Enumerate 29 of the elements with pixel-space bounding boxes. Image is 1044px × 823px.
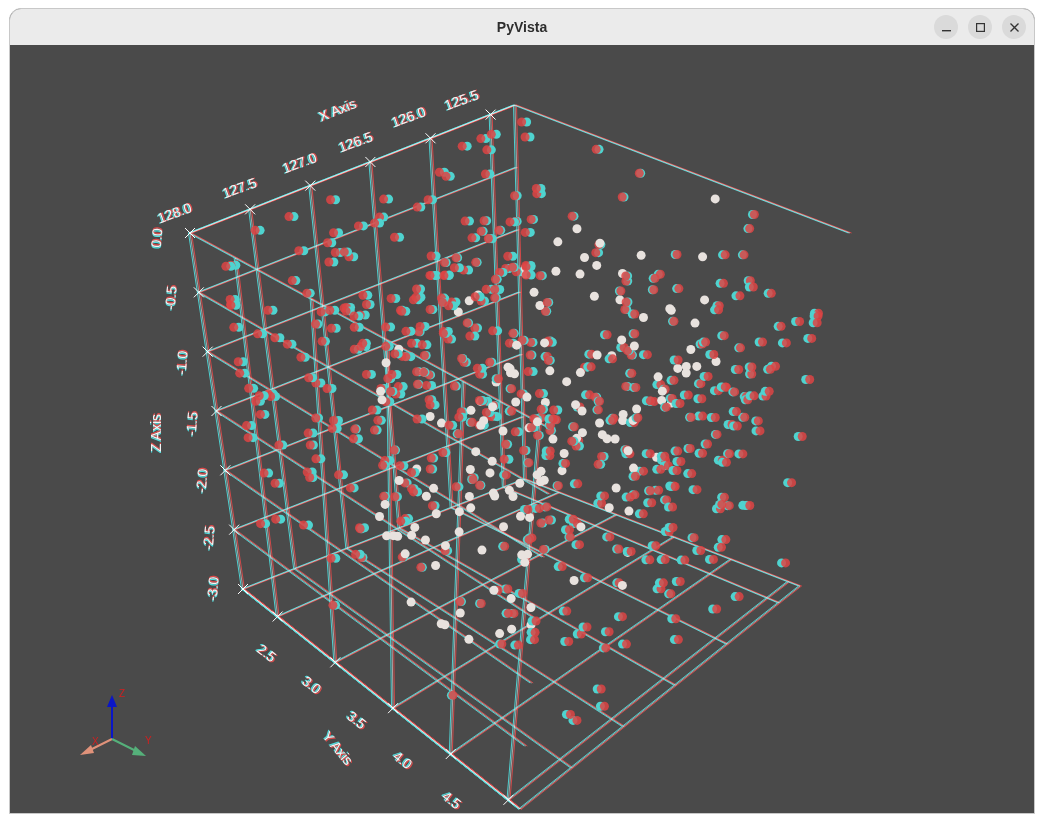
x-tick-label: 125.5 <box>442 86 481 114</box>
orientation-axis-label: Y <box>145 735 152 746</box>
x-tick-label: 126.0 <box>389 103 428 131</box>
y-tick-label: 4.0 <box>390 747 416 773</box>
window-title: PyVista <box>496 17 548 37</box>
orientation-axis-label: Z <box>119 688 126 699</box>
maximize-button[interactable] <box>968 15 992 39</box>
x-tick-label: 128.0 <box>155 199 194 227</box>
z-tick-label: -0.5 <box>161 285 180 311</box>
maximize-icon <box>975 22 985 32</box>
orientation-axes-drawing <box>80 695 146 756</box>
y-tick-label: 3.0 <box>299 672 325 698</box>
x-tick-label: 127.0 <box>280 149 319 177</box>
orientation-axis-label: X <box>92 736 99 747</box>
z-tick-label: -2.5 <box>199 525 218 551</box>
y-tick-label: 2.5 <box>254 640 280 666</box>
z-tick-label: -2.0 <box>192 468 211 494</box>
minimize-icon <box>941 29 951 32</box>
y-tick-label: 4.5 <box>439 787 465 813</box>
close-button[interactable] <box>1002 15 1026 39</box>
x-tick-label: 127.5 <box>220 174 259 202</box>
z-tick-label: 0.0 <box>147 227 166 249</box>
z-tick-label: -1.5 <box>182 411 201 437</box>
x-tick-label: 126.5 <box>336 128 375 156</box>
z-tick-label: -1.0 <box>172 350 191 376</box>
z-tick-label: -3.0 <box>203 576 222 602</box>
x-axis-title: X Axis <box>316 95 359 125</box>
z-axis-title: Z Axis <box>147 413 164 453</box>
close-icon <box>1009 22 1019 32</box>
